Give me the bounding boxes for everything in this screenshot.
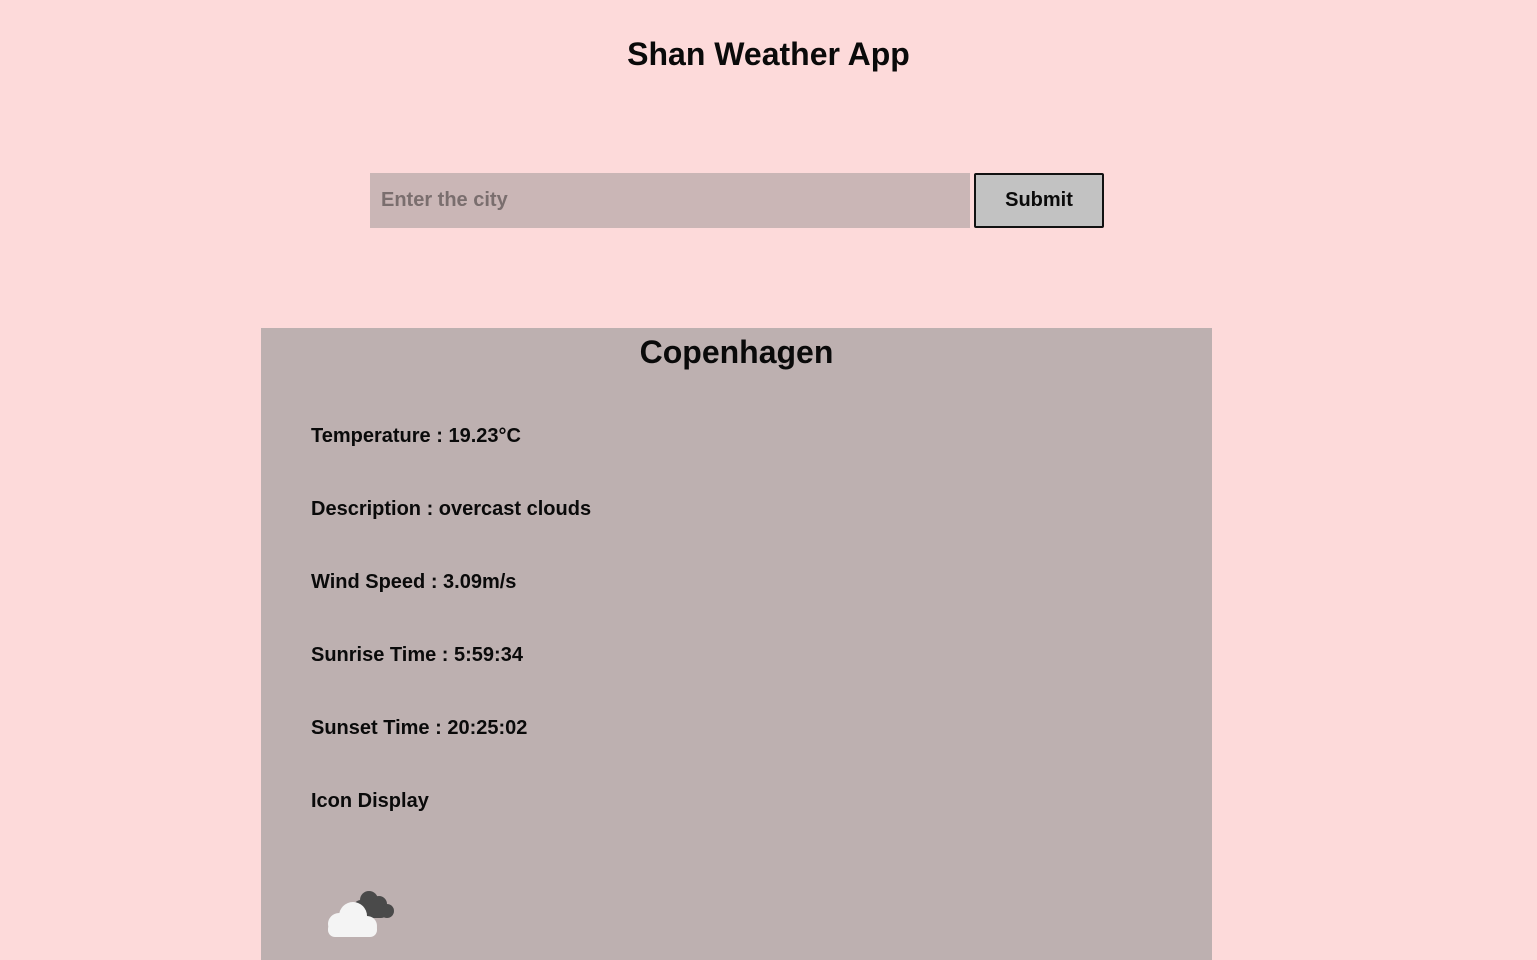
icon-display-heading: Icon Display	[311, 790, 429, 812]
search-form: Submit	[370, 173, 1104, 228]
overcast-clouds-icon	[328, 891, 394, 937]
city-search-input[interactable]	[370, 173, 970, 228]
app-title: Shan Weather App	[627, 36, 910, 72]
city-name: Copenhagen	[639, 334, 834, 370]
weather-card: Copenhagen Temperature : 19.23°C Descrip…	[261, 328, 1212, 960]
sunrise-time-text: Sunrise Time : 5:59:34	[311, 644, 523, 666]
temperature-text: Temperature : 19.23°C	[311, 425, 521, 447]
wind-speed-text: Wind Speed : 3.09m/s	[311, 571, 517, 593]
sunset-time-text: Sunset Time : 20:25:02	[311, 717, 528, 739]
description-text: Description : overcast clouds	[311, 498, 592, 520]
submit-button[interactable]: Submit	[974, 173, 1104, 228]
